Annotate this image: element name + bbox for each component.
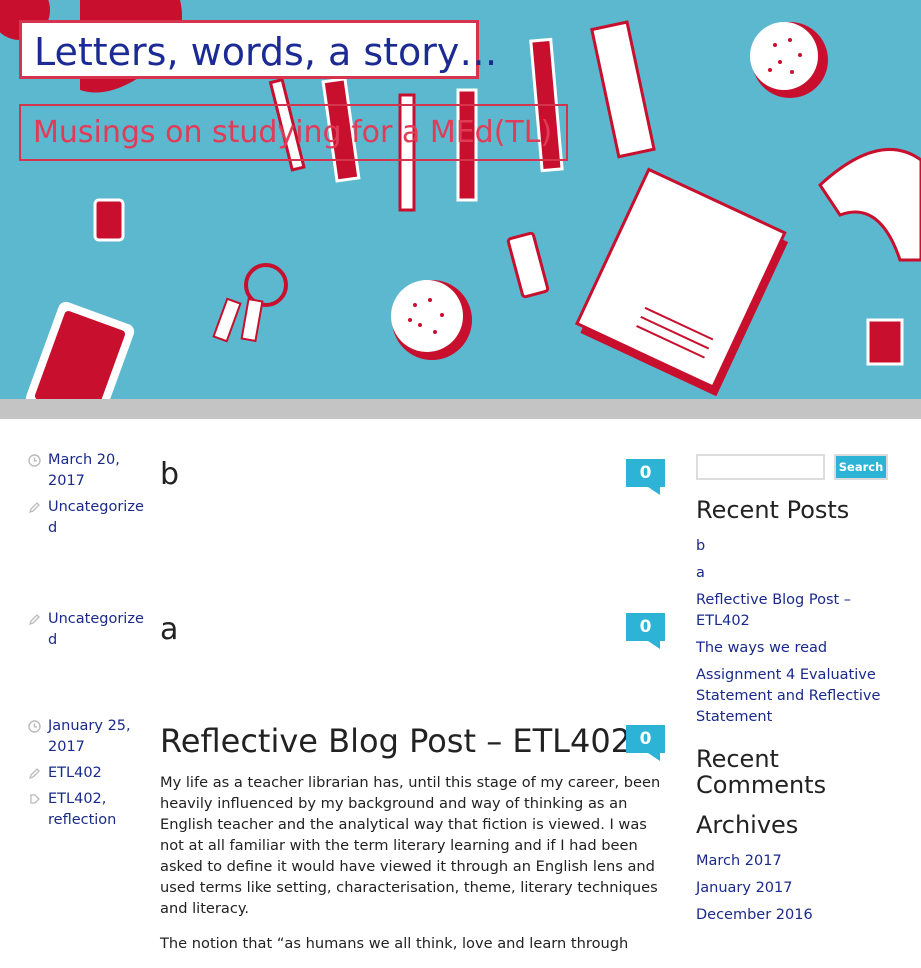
recent-post-link[interactable]: Reflective Blog Post – ETL402 [696, 592, 851, 629]
post-tags-row: ETL402, reflection [28, 789, 148, 831]
comment-count-bubble[interactable]: 0 [626, 613, 665, 649]
post-category-link[interactable]: ETL402 [48, 765, 102, 781]
post-category-link[interactable]: Uncategorized [48, 499, 144, 536]
recent-post-link[interactable]: Assignment 4 Evaluative Statement and Re… [696, 667, 880, 725]
pencil-icon [28, 768, 40, 780]
bubble-tail [648, 487, 660, 495]
archives-heading: Archives [696, 811, 799, 839]
recent-posts-heading: Recent Posts [696, 496, 850, 524]
post-category-row: ETL402 [28, 763, 148, 784]
archive-link[interactable]: December 2016 [696, 907, 813, 923]
tag-icon [30, 794, 40, 804]
clock-icon [28, 454, 41, 467]
recent-posts-list: b a Reflective Blog Post – ETL402 The wa… [696, 536, 906, 734]
bubble-tail [648, 753, 660, 761]
clock-icon [28, 720, 41, 733]
search-button[interactable]: Search [834, 454, 888, 480]
post-title[interactable]: Reflective Blog Post – ETL402 [160, 723, 631, 759]
comment-count: 0 [626, 459, 665, 487]
pencil-icon [28, 502, 40, 514]
post-category-row: Uncategorized [28, 497, 148, 539]
recent-comments-heading: Recent Comments [696, 745, 827, 799]
post-category-row: Uncategorized [28, 609, 148, 651]
excerpt-paragraph: The notion that “as humans we all think,… [160, 935, 629, 952]
post-date-link[interactable]: March 20, 2017 [48, 452, 120, 489]
post-meta: March 20, 2017 Uncategorized [28, 450, 148, 544]
site-header: Letters, words, a story… Musings on stud… [0, 0, 921, 399]
post-meta: January 25, 2017 ETL402 ETL402, reflecti… [28, 716, 148, 836]
site-title[interactable]: Letters, words, a story… [34, 30, 497, 74]
site-title-box: Letters, words, a story… [19, 20, 497, 79]
archive-link[interactable]: March 2017 [696, 853, 782, 869]
header-divider-bar [0, 399, 921, 419]
recent-post-link[interactable]: a [696, 565, 705, 581]
comment-count-bubble[interactable]: 0 [626, 725, 665, 761]
excerpt-paragraph: My life as a teacher librarian has, unti… [160, 774, 661, 917]
pencil-icon [28, 614, 40, 626]
site-tagline: Musings on studying for a MEd(TL) [33, 115, 553, 150]
archive-link[interactable]: January 2017 [696, 880, 792, 896]
post-date-row: January 25, 2017 [28, 716, 148, 758]
post-date-link[interactable]: January 25, 2017 [48, 718, 131, 755]
comment-count: 0 [626, 725, 665, 753]
post-title[interactable]: a [160, 612, 178, 648]
post-meta: Uncategorized [28, 609, 148, 656]
recent-post-link[interactable]: The ways we read [696, 640, 827, 656]
post-tags-link[interactable]: ETL402, reflection [48, 791, 116, 828]
post-excerpt: My life as a teacher librarian has, unti… [160, 772, 670, 968]
archives-list: March 2017 January 2017 December 2016 [696, 851, 906, 932]
comment-count: 0 [626, 613, 665, 641]
post-category-link[interactable]: Uncategorized [48, 611, 144, 648]
post-title[interactable]: b [160, 457, 179, 493]
comment-count-bubble[interactable]: 0 [626, 459, 665, 495]
post-date-row: March 20, 2017 [28, 450, 148, 492]
search-input[interactable] [696, 454, 825, 480]
site-tagline-box: Musings on studying for a MEd(TL) [19, 104, 568, 161]
recent-post-link[interactable]: b [696, 538, 705, 554]
bubble-tail [648, 641, 660, 649]
